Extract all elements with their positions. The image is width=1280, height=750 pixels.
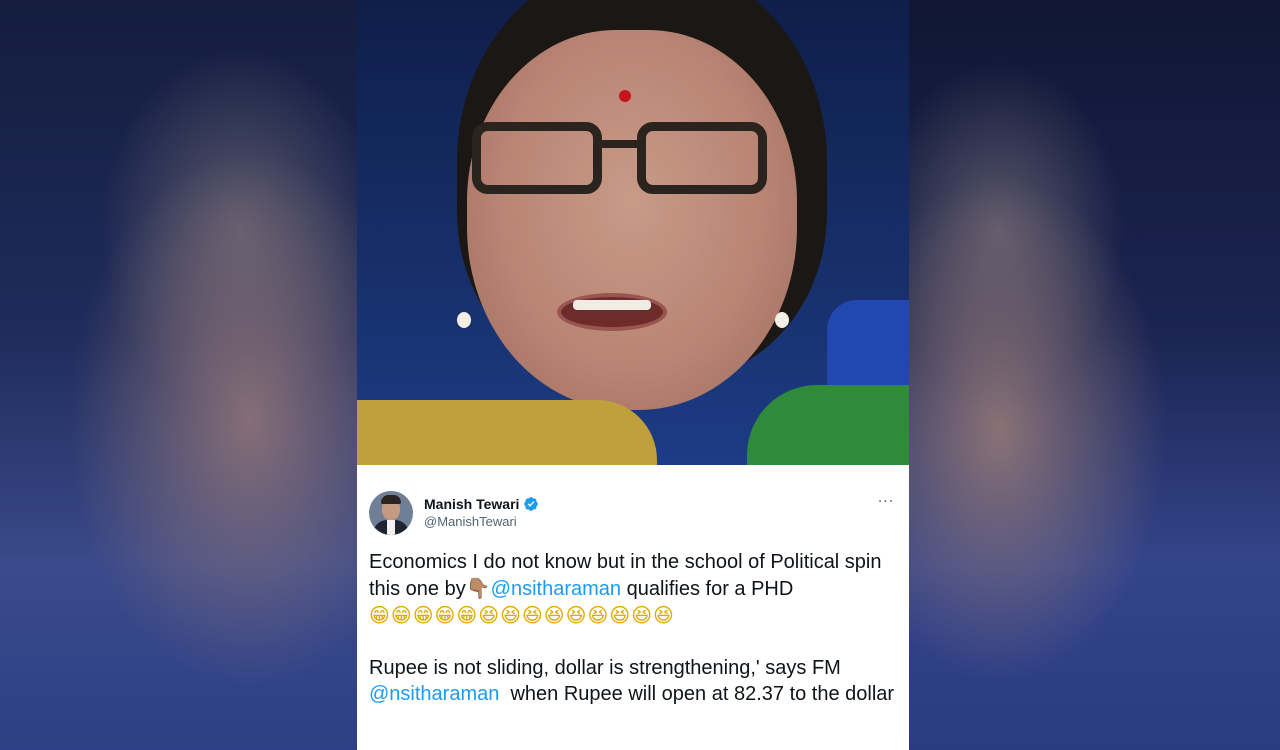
content-card: Manish Tewari @ManishTewari ··· Economic… bbox=[357, 0, 909, 750]
blurred-background-right bbox=[909, 0, 1280, 750]
photo-saree bbox=[747, 385, 909, 465]
photo-earring-left bbox=[457, 312, 471, 328]
avatar-hair bbox=[381, 495, 401, 504]
laughing-emojis: 😁😁😁😁😁😆😆😆😆😆😆😆😆😆 bbox=[369, 603, 675, 627]
verified-badge-icon bbox=[524, 497, 539, 511]
pointing-down-emoji: 👇🏽 bbox=[465, 576, 491, 600]
photo-teeth bbox=[573, 300, 651, 310]
tweet-text-1b: qualifies for a PHD bbox=[621, 578, 794, 600]
photo-bindi bbox=[619, 90, 631, 102]
author-handle[interactable]: @ManishTewari bbox=[424, 514, 517, 529]
author-name-row[interactable]: Manish Tewari bbox=[424, 494, 539, 514]
emoji-row: 😁😁😁😁😁😆😆😆😆😆😆😆😆😆 bbox=[369, 602, 897, 629]
author-display-name[interactable]: Manish Tewari bbox=[424, 496, 519, 512]
photo-mouth bbox=[557, 293, 667, 331]
photo-glasses-left bbox=[472, 122, 602, 194]
mention-link-1[interactable]: @nsitharaman bbox=[491, 578, 621, 600]
avatar[interactable] bbox=[369, 491, 413, 535]
more-options-icon[interactable]: ··· bbox=[874, 492, 898, 512]
blurred-background-left bbox=[0, 0, 357, 750]
page: Manish Tewari @ManishTewari ··· Economic… bbox=[0, 0, 1280, 750]
portrait-photo bbox=[357, 0, 909, 465]
tweet-text-2b: when Rupee will open at 82.37 to the dol… bbox=[499, 683, 895, 705]
tweet-text-2a: Rupee is not sliding, dollar is strength… bbox=[369, 657, 841, 679]
tweet-paragraph-1: Economics I do not know but in the schoo… bbox=[369, 549, 897, 602]
tweet-paragraph-2: Rupee is not sliding, dollar is strength… bbox=[369, 655, 897, 707]
photo-face bbox=[467, 30, 797, 410]
photo-glasses-bridge bbox=[600, 140, 640, 148]
tweet-text: Economics I do not know but in the schoo… bbox=[369, 549, 897, 707]
photo-glasses-right bbox=[637, 122, 767, 194]
photo-blouse bbox=[357, 400, 657, 465]
photo-earring-right bbox=[775, 312, 789, 328]
avatar-shirt bbox=[387, 520, 395, 535]
mention-link-2[interactable]: @nsitharaman bbox=[369, 683, 499, 705]
tweet: Manish Tewari @ManishTewari ··· Economic… bbox=[357, 465, 909, 750]
